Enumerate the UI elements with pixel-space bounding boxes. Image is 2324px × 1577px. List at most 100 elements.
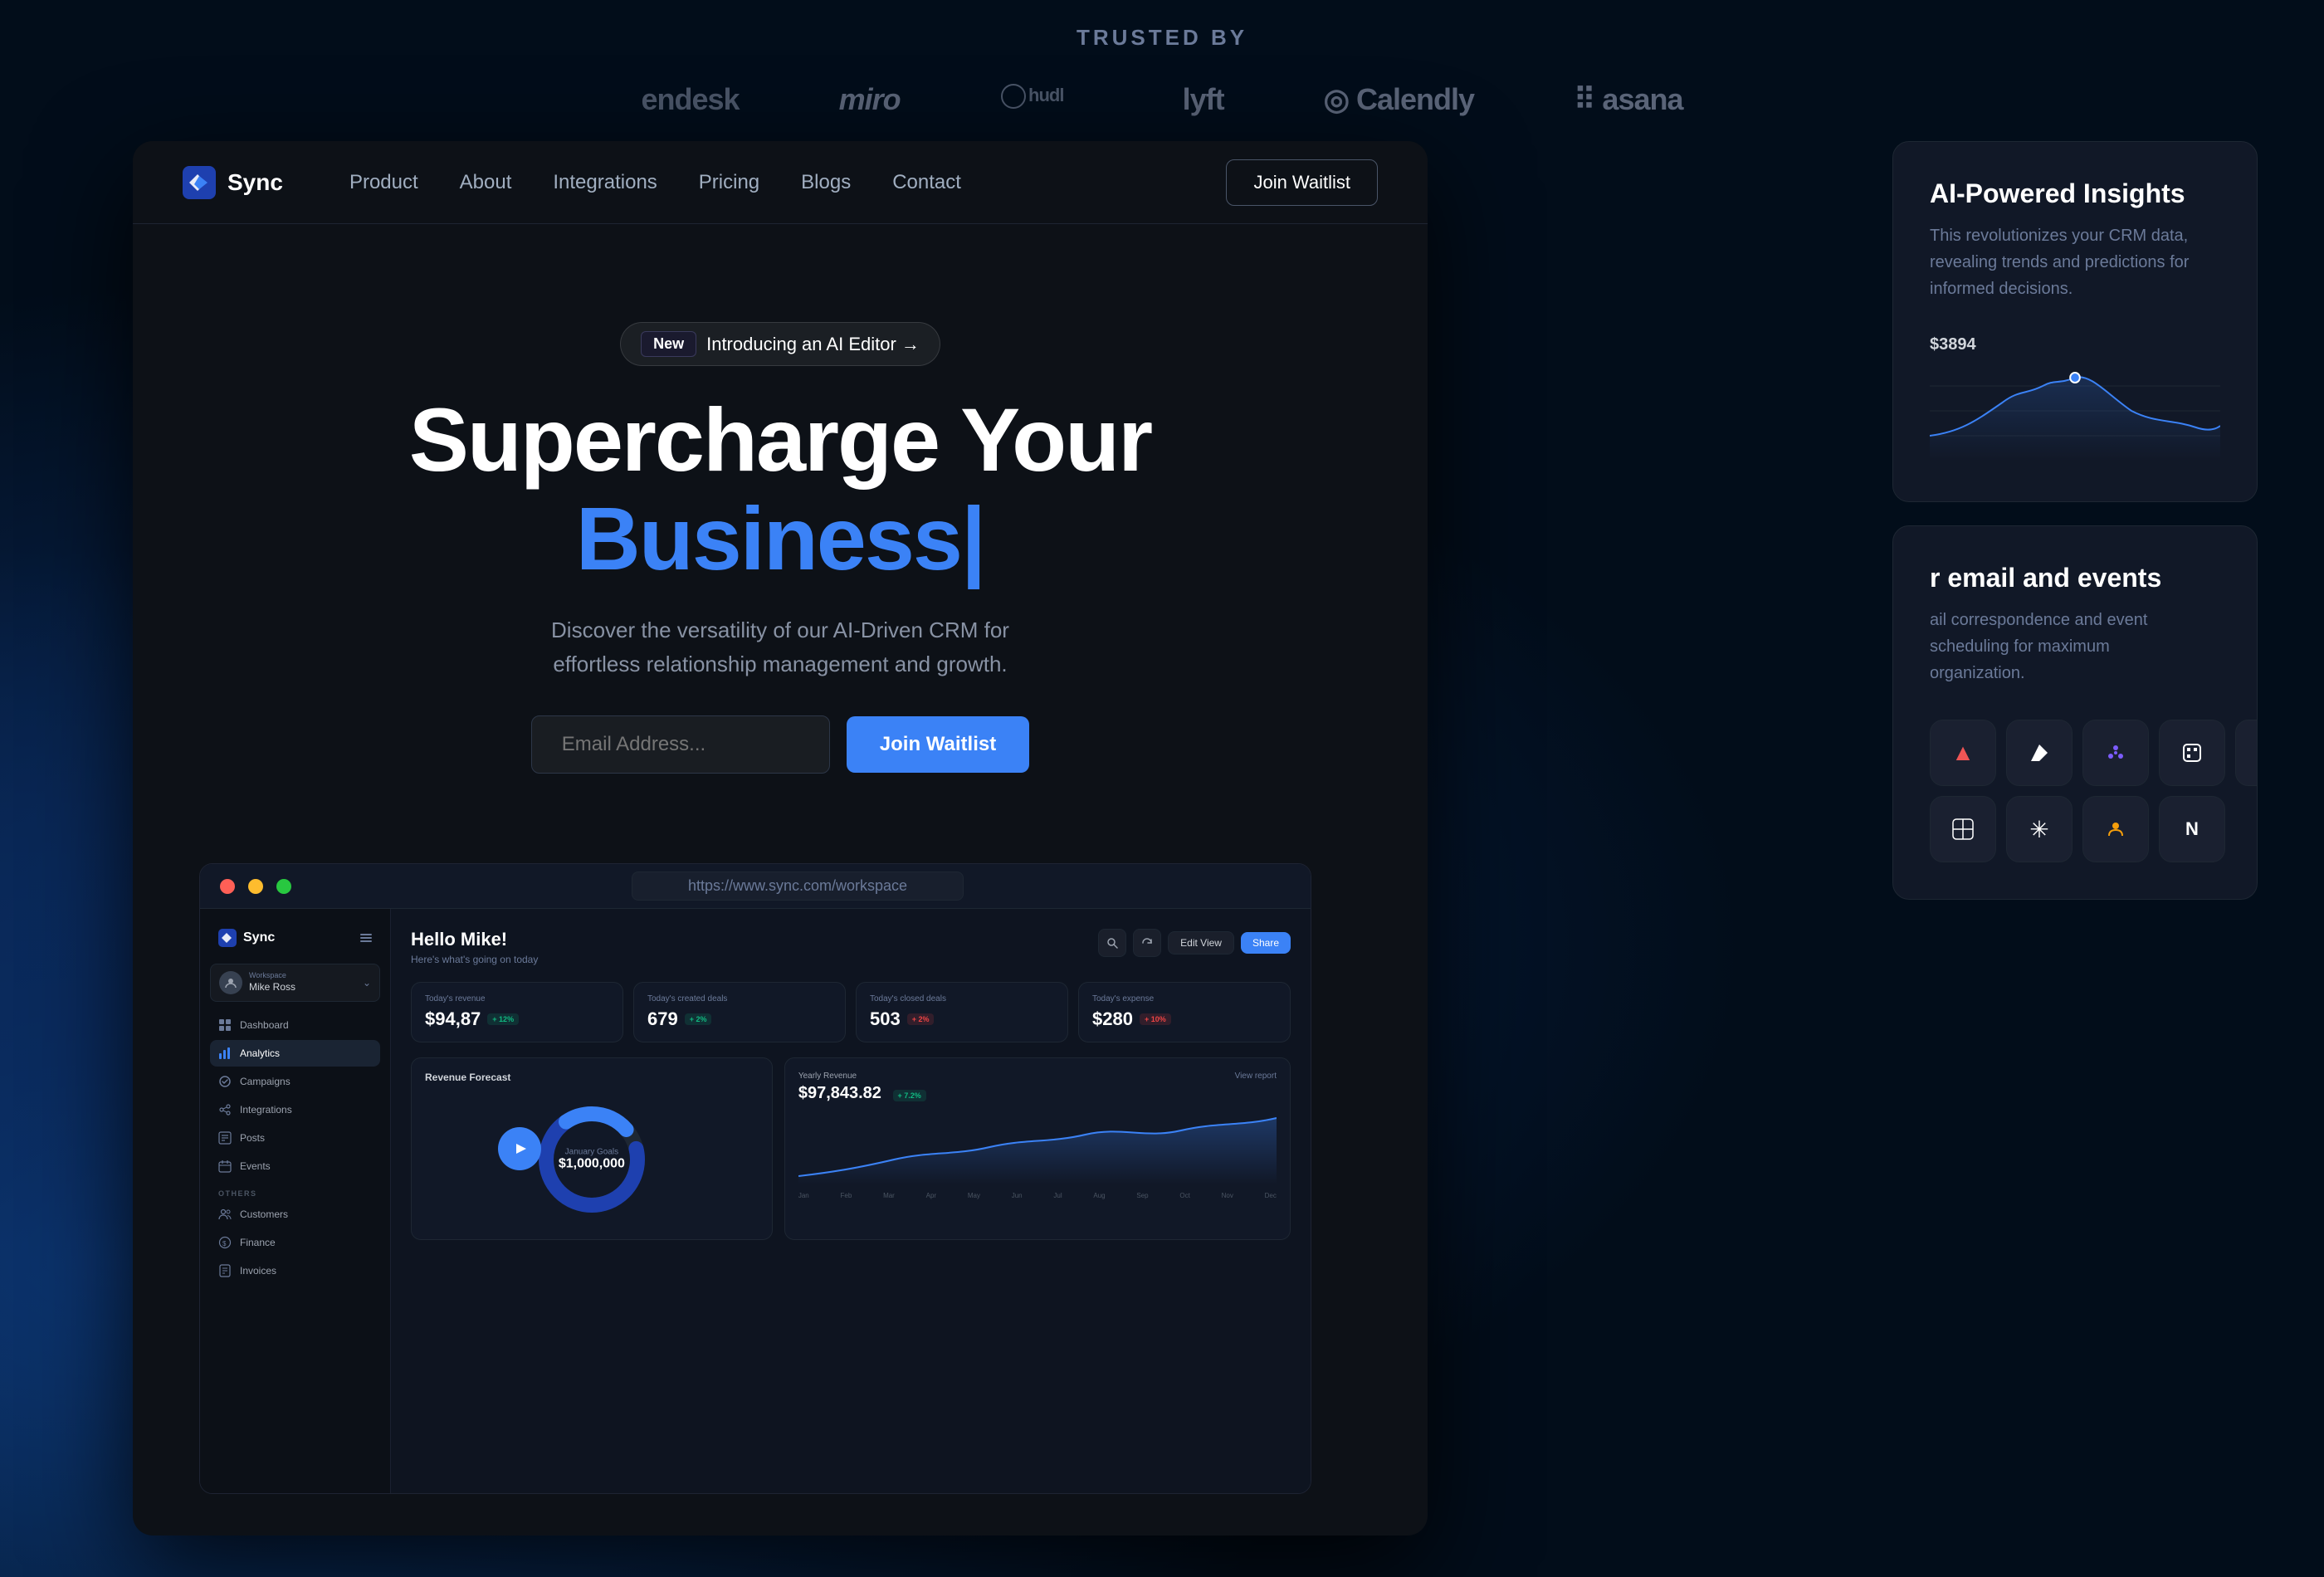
sidebar-item-invoices-label: Invoices: [240, 1265, 276, 1277]
invoices-icon: [218, 1264, 232, 1277]
integration-icon-8[interactable]: N: [2159, 796, 2225, 862]
trusted-logo-asana: ⠿ asana: [1574, 82, 1682, 117]
integrations-area: ▲: [1930, 720, 2220, 862]
donut-goal-value: $1,000,000: [559, 1157, 625, 1172]
stat-card-closed-deals-value: 503: [870, 1008, 901, 1030]
dashboard-icon: [218, 1018, 232, 1032]
sidebar-item-integrations-label: Integrations: [240, 1104, 292, 1116]
hero-badge: New Introducing an AI Editor →: [620, 322, 940, 366]
ai-insights-desc: This revolutionizes your CRM data, revea…: [1930, 222, 2220, 302]
nav-link-contact[interactable]: Contact: [892, 171, 961, 194]
sidebar-item-integrations[interactable]: Integrations: [210, 1096, 380, 1123]
hero-email-input[interactable]: [531, 715, 830, 774]
trusted-logos: endesk miro hudl lyft ◎ Calendly ⠿ asana: [641, 81, 1682, 119]
nav-link-about[interactable]: About: [460, 171, 512, 194]
sidebar-item-analytics[interactable]: Analytics: [210, 1040, 380, 1067]
stat-card-created-deals-value: 679: [647, 1008, 678, 1030]
integration-icon-1[interactable]: [2006, 720, 2073, 786]
events-icon: [218, 1160, 232, 1173]
refresh-action-button[interactable]: [1133, 929, 1161, 957]
browser-window: Sync Product About Integrations Pricing …: [133, 141, 1428, 1536]
trusted-logo-miro: miro: [839, 82, 901, 117]
yearly-revenue-title: Yearly Revenue: [798, 1072, 926, 1081]
integration-icon-5[interactable]: [1930, 796, 1996, 862]
view-report-link[interactable]: View report: [1235, 1072, 1277, 1081]
hero-title-line1: Supercharge Your: [409, 391, 1151, 490]
workspace-label: Workspace: [249, 971, 356, 979]
stat-card-closed-deals: Today's closed deals 503 + 2%: [856, 982, 1068, 1042]
dashboard-screenshot: https://www.sync.com/workspace Sync: [199, 863, 1311, 1494]
donut-goal-label: January Goals: [559, 1148, 625, 1157]
nav-links: Product About Integrations Pricing Blogs…: [349, 171, 1177, 194]
stat-card-expense-value-row: $280 + 10%: [1092, 1008, 1277, 1030]
integration-icon-3[interactable]: [2159, 720, 2225, 786]
nav-link-pricing[interactable]: Pricing: [699, 171, 759, 194]
workspace-chevron-icon: ⌄: [363, 977, 371, 989]
hero-badge-text: Introducing an AI Editor →: [706, 334, 920, 355]
right-side-cards: AI-Powered Insights This revolutionizes …: [1892, 141, 2258, 900]
stat-card-closed-deals-value-row: 503 + 2%: [870, 1008, 1054, 1030]
nav-link-product[interactable]: Product: [349, 171, 418, 194]
trusted-logo-zendesk: endesk: [641, 82, 739, 117]
hero-cta: Join Waitlist: [531, 715, 1029, 774]
play-button[interactable]: [498, 1127, 541, 1170]
trusted-logo-lyft: lyft: [1183, 82, 1224, 117]
navbar: Sync Product About Integrations Pricing …: [133, 141, 1428, 224]
trusted-bar: TRUSTED BY endesk miro hudl lyft ◎ Calen…: [0, 0, 2324, 149]
share-button[interactable]: Share: [1241, 932, 1291, 954]
yearly-revenue-badge: + 7.2%: [893, 1090, 926, 1101]
svg-text:$: $: [222, 1240, 227, 1247]
yearly-revenue-panel: Yearly Revenue $97,843.82 + 7.2% View re…: [784, 1057, 1291, 1240]
dashboard-greeting: Hello Mike!: [411, 929, 538, 950]
email-events-desc: ail correspondence and event scheduling …: [1930, 607, 2220, 686]
nav-join-waitlist-button[interactable]: Join Waitlist: [1226, 159, 1378, 206]
ai-insights-chart-area: $3894: [1930, 335, 2220, 465]
sidebar-item-events-label: Events: [240, 1160, 271, 1172]
hero-join-waitlist-button[interactable]: Join Waitlist: [847, 716, 1029, 773]
sidebar-workspace[interactable]: Workspace Mike Ross ⌄: [210, 964, 380, 1002]
stat-card-expense-badge: + 10%: [1140, 1013, 1171, 1025]
sidebar-item-customers[interactable]: Customers: [210, 1201, 380, 1228]
integration-icon-6[interactable]: ✳: [2006, 796, 2073, 862]
sidebar-item-invoices[interactable]: Invoices: [210, 1257, 380, 1284]
integration-icon-2[interactable]: [2082, 720, 2149, 786]
email-events-card: r email and events ail correspondence an…: [1892, 525, 2258, 900]
integration-icon-7[interactable]: [2082, 796, 2149, 862]
sidebar-item-posts[interactable]: Posts: [210, 1125, 380, 1151]
revenue-forecast-donut-label: January Goals $1,000,000: [559, 1148, 625, 1172]
analytics-icon: [218, 1047, 232, 1060]
nav-link-blogs[interactable]: Blogs: [801, 171, 851, 194]
sidebar-item-finance-label: Finance: [240, 1237, 276, 1248]
dashboard-header: Hello Mike! Here's what's going on today: [411, 929, 1291, 965]
campaigns-icon: [218, 1075, 232, 1088]
stat-card-revenue: Today's revenue $94,87 + 12%: [411, 982, 623, 1042]
finance-icon: $: [218, 1236, 232, 1249]
sidebar-item-events[interactable]: Events: [210, 1153, 380, 1179]
play-icon: [511, 1140, 528, 1157]
stat-card-created-deals: Today's created deals 679 + 2%: [633, 982, 846, 1042]
customers-icon: [218, 1208, 232, 1221]
dashboard-actions: Edit View Share: [1098, 929, 1291, 957]
sidebar-item-campaigns[interactable]: Campaigns: [210, 1068, 380, 1095]
sidebar-item-finance[interactable]: $ Finance: [210, 1229, 380, 1256]
app-layout: Sync: [200, 909, 1311, 1493]
sidebar-item-dashboard[interactable]: Dashboard: [210, 1012, 380, 1038]
integration-icon-4[interactable]: [2235, 720, 2258, 786]
hero-subtitle: Discover the versatility of our AI-Drive…: [531, 613, 1029, 682]
sidebar-header: Sync: [210, 922, 380, 954]
nav-link-integrations[interactable]: Integrations: [553, 171, 657, 194]
integrations-grid: ▲: [1930, 720, 2220, 862]
edit-view-button[interactable]: Edit View: [1168, 931, 1234, 954]
trusted-logo-calendly: ◎ Calendly: [1324, 82, 1474, 117]
stat-card-closed-deals-label: Today's closed deals: [870, 994, 1054, 1003]
revenue-forecast-title: Revenue Forecast: [425, 1072, 759, 1083]
integration-icon-0[interactable]: ▲: [1930, 720, 1996, 786]
stat-card-revenue-value: $94,87: [425, 1008, 481, 1030]
svg-text:hudl: hudl: [1028, 85, 1063, 105]
browser-dot-green: [276, 879, 291, 894]
ai-insights-title: AI-Powered Insights: [1930, 178, 2220, 209]
search-icon: [1106, 937, 1118, 949]
sidebar-logo-text: Sync: [243, 930, 275, 945]
yearly-revenue-chart: [798, 1110, 1277, 1184]
search-action-button[interactable]: [1098, 929, 1126, 957]
